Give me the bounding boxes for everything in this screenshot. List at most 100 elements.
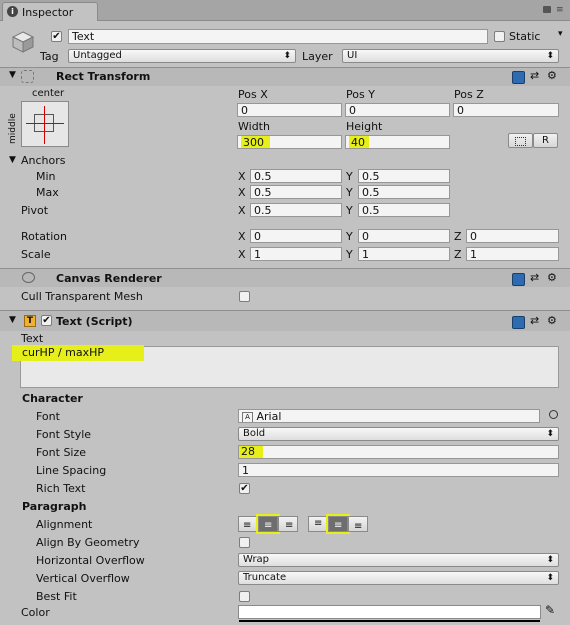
info-icon: i <box>7 6 18 17</box>
best-fit-label: Best Fit <box>36 590 77 603</box>
h-overflow-label: Horizontal Overflow <box>36 554 145 567</box>
align-left-icon: ≡ <box>243 520 252 531</box>
layer-label: Layer <box>302 50 333 63</box>
static-label: Static <box>509 30 541 43</box>
object-picker-icon[interactable] <box>549 410 558 419</box>
paragraph-header: Paragraph <box>22 500 87 513</box>
raw-edit-button[interactable]: R <box>533 133 558 148</box>
height-field[interactable]: 40 <box>345 135 450 149</box>
active-checkbox[interactable]: ✔ <box>51 31 62 42</box>
fold-arrow-icon[interactable]: ▼ <box>9 315 16 325</box>
font-size-value: 28 <box>239 446 263 458</box>
cube-icon <box>11 31 35 53</box>
fold-arrow-icon[interactable]: ▼ <box>9 70 16 80</box>
arrows-icon: ⬍ <box>283 51 291 61</box>
text-label: Text <box>21 332 44 345</box>
align-left-button[interactable]: ≡ <box>238 516 258 532</box>
y-label: Y <box>346 204 353 217</box>
align-right-button[interactable]: ≡ <box>278 516 298 532</box>
layer-dropdown[interactable]: UI ⬍ <box>342 49 559 63</box>
preset-icon[interactable]: ⇄ <box>530 69 539 82</box>
x-label: X <box>238 248 246 261</box>
pivot-label: Pivot <box>21 204 49 217</box>
align-center-button[interactable]: ≡ <box>256 514 280 534</box>
rotation-x-field[interactable]: 0 <box>250 229 342 243</box>
pivot-x-field[interactable]: 0.5 <box>250 203 342 217</box>
gear-icon[interactable]: ⚙ <box>547 271 557 284</box>
component-title: Canvas Renderer <box>56 272 162 285</box>
color-swatch[interactable] <box>238 605 541 619</box>
help-icon[interactable] <box>512 316 525 329</box>
scale-x-field[interactable]: 1 <box>250 247 342 261</box>
anchor-preset-button[interactable] <box>21 101 69 147</box>
line-spacing-field[interactable]: 1 <box>238 463 559 477</box>
min-y-field[interactable]: 0.5 <box>358 169 450 183</box>
font-style-value: Bold <box>243 428 266 439</box>
rotation-label: Rotation <box>21 230 68 243</box>
font-size-field[interactable]: 28 <box>238 445 559 459</box>
font-value: Arial <box>256 410 282 423</box>
pos-x-field[interactable]: 0 <box>237 103 342 117</box>
character-header: Character <box>22 392 83 405</box>
align-top-button[interactable]: ≡ <box>308 516 328 532</box>
preset-icon[interactable]: ⇄ <box>530 271 539 284</box>
layer-value: UI <box>347 50 358 61</box>
eyedropper-icon[interactable]: ✎ <box>545 603 555 617</box>
max-y-field[interactable]: 0.5 <box>358 185 450 199</box>
lock-icon[interactable] <box>543 6 551 13</box>
anchor-crosshair-v <box>44 106 45 144</box>
rect-transform-header[interactable]: ▼ Rect Transform ⇄ ⚙ <box>0 68 570 86</box>
gear-icon[interactable]: ⚙ <box>547 314 557 327</box>
blueprint-mode-button[interactable] <box>508 133 533 148</box>
preset-icon[interactable]: ⇄ <box>530 314 539 327</box>
canvas-renderer-header[interactable]: Canvas Renderer ⇄ ⚙ <box>0 269 570 287</box>
menu-icon[interactable]: ≡ <box>556 5 564 15</box>
component-title: Text (Script) <box>56 315 133 328</box>
help-icon[interactable] <box>512 71 525 84</box>
scale-z-field[interactable]: 1 <box>466 247 559 261</box>
pos-y-field[interactable]: 0 <box>345 103 450 117</box>
scale-y-field[interactable]: 1 <box>358 247 450 261</box>
color-label: Color <box>21 606 50 619</box>
align-bottom-button[interactable]: ≡ <box>348 516 368 532</box>
tag-dropdown[interactable]: Untagged ⬍ <box>68 49 296 63</box>
anchors-fold-icon[interactable]: ▼ <box>9 155 16 165</box>
x-label: X <box>238 186 246 199</box>
static-dropdown-icon[interactable]: ▾ <box>558 29 563 39</box>
pos-z-field[interactable]: 0 <box>453 103 559 117</box>
min-x-field[interactable]: 0.5 <box>250 169 342 183</box>
rect-transform-icon <box>21 70 34 83</box>
best-fit-checkbox[interactable] <box>239 591 250 602</box>
align-middle-button[interactable]: ≡ <box>326 514 350 534</box>
font-style-label: Font Style <box>36 428 92 441</box>
arrows-icon: ⬍ <box>546 429 554 439</box>
static-checkbox[interactable] <box>494 31 505 42</box>
color-swatch-alpha-bar <box>239 620 540 622</box>
enabled-checkbox[interactable]: ✔ <box>41 315 52 326</box>
font-field[interactable]: A Arial <box>238 409 540 423</box>
y-label: Y <box>346 170 353 183</box>
max-x-field[interactable]: 0.5 <box>250 185 342 199</box>
align-top-icon: ≡ <box>314 518 323 529</box>
text-script-header[interactable]: ▼ T ✔ Text (Script) ⇄ ⚙ <box>0 311 570 331</box>
gear-icon[interactable]: ⚙ <box>547 69 557 82</box>
arrows-icon: ⬍ <box>546 51 554 61</box>
pivot-y-field[interactable]: 0.5 <box>358 203 450 217</box>
rich-text-checkbox[interactable]: ✔ <box>239 483 250 494</box>
cull-checkbox[interactable] <box>239 291 250 302</box>
h-overflow-dropdown[interactable]: Wrap ⬍ <box>238 553 559 567</box>
rotation-z-field[interactable]: 0 <box>466 229 559 243</box>
tab-inspector[interactable]: i Inspector <box>2 2 98 22</box>
align-geometry-checkbox[interactable] <box>239 537 250 548</box>
v-overflow-dropdown[interactable]: Truncate ⬍ <box>238 571 559 585</box>
width-field[interactable]: 300 <box>237 135 342 149</box>
rotation-y-field[interactable]: 0 <box>358 229 450 243</box>
y-label: Y <box>346 230 353 243</box>
pos-x-label: Pos X <box>238 88 268 101</box>
help-icon[interactable] <box>512 273 525 286</box>
name-field[interactable]: Text <box>68 29 488 44</box>
component-title: Rect Transform <box>56 70 151 83</box>
font-style-dropdown[interactable]: Bold ⬍ <box>238 427 559 441</box>
alignment-buttons: ≡ ≡ ≡ <box>238 514 300 534</box>
line-spacing-label: Line Spacing <box>36 464 107 477</box>
